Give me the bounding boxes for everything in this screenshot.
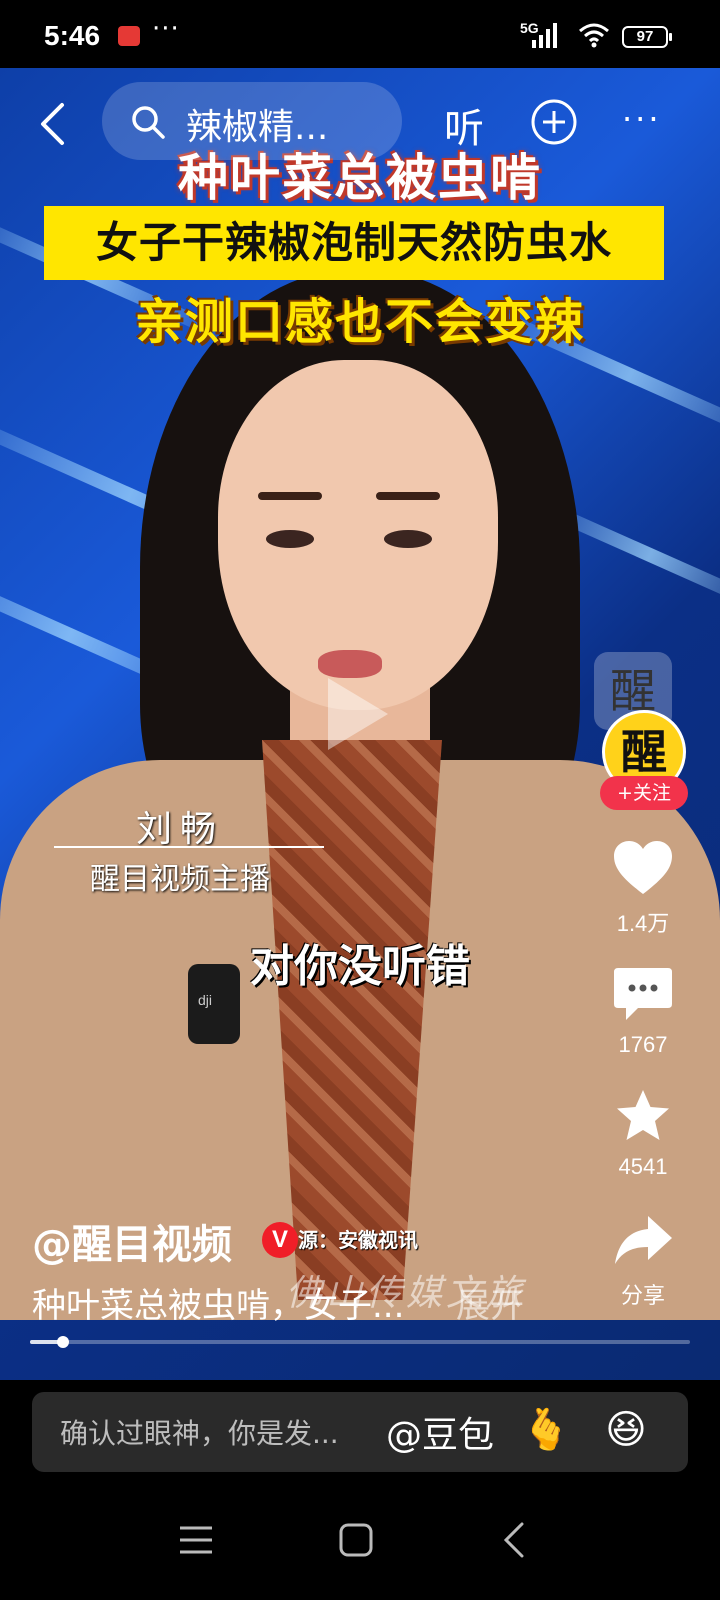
recent-apps-icon[interactable] (176, 1520, 216, 1560)
headline-line2: 女子干辣椒泡制天然防虫水 (95, 218, 612, 267)
mic-brand: dji (198, 992, 213, 1008)
more-options-button[interactable]: ··· (622, 100, 662, 138)
search-query[interactable]: 辣椒精... (186, 98, 328, 150)
like-icon[interactable] (612, 840, 674, 896)
home-icon[interactable] (336, 1520, 376, 1560)
play-icon[interactable] (322, 674, 392, 754)
like-count: 1.4万 (616, 911, 670, 936)
anchor-eye (266, 530, 314, 548)
status-more-icon: ··· (152, 14, 180, 44)
comment-placeholder[interactable]: 确认过眼神，你是发... (60, 1412, 339, 1452)
progress-handle[interactable] (57, 1336, 69, 1348)
video-progress-bar[interactable] (30, 1336, 690, 1348)
listen-button[interactable]: 听 (444, 96, 484, 154)
expand-link[interactable]: 展开 (456, 1278, 524, 1327)
app-notification-icon (118, 26, 140, 46)
anchor-eye (384, 530, 432, 548)
comment-icon[interactable] (612, 966, 674, 1022)
battery-indicator: 97 (622, 26, 672, 48)
name-divider (54, 846, 324, 848)
status-time: 5:46 (44, 20, 101, 51)
add-icon[interactable] (530, 98, 578, 146)
comment-count: 1767 (618, 1032, 668, 1057)
anchor-brow (258, 492, 322, 500)
finger-heart-emoji-button[interactable]: 🫰 (520, 1404, 572, 1456)
signal-icon (532, 23, 557, 48)
wifi-icon (579, 23, 609, 48)
back-nav-icon[interactable] (496, 1520, 536, 1560)
anchor-brow (376, 492, 440, 500)
follow-button[interactable]: +关注 (600, 776, 688, 810)
verified-badge: V (262, 1222, 298, 1258)
anchor-title: 醒目视频主播 (90, 862, 270, 897)
laughing-emoji-button[interactable]: 😆 (600, 1404, 652, 1456)
back-icon[interactable] (38, 102, 66, 146)
status-bar: 5:46 ··· 5G 97 (0, 0, 720, 68)
mention-doubao-button[interactable]: @豆包 (386, 1406, 494, 1458)
favorite-star-icon[interactable] (612, 1088, 674, 1144)
share-icon[interactable] (612, 1212, 674, 1268)
search-icon (132, 106, 165, 139)
share-label[interactable]: 分享 (600, 1278, 686, 1310)
headline-line3: 亲测口感也不会变辣 (134, 294, 585, 350)
anchor-name: 刘畅 (136, 809, 225, 850)
video-caption: 种叶菜总被虫啃，女子... (32, 1286, 405, 1326)
favorite-count: 4541 (618, 1154, 668, 1179)
author-name[interactable]: @醒目视频 (32, 1212, 232, 1270)
video-source: 源：安徽视讯 (298, 1228, 418, 1252)
